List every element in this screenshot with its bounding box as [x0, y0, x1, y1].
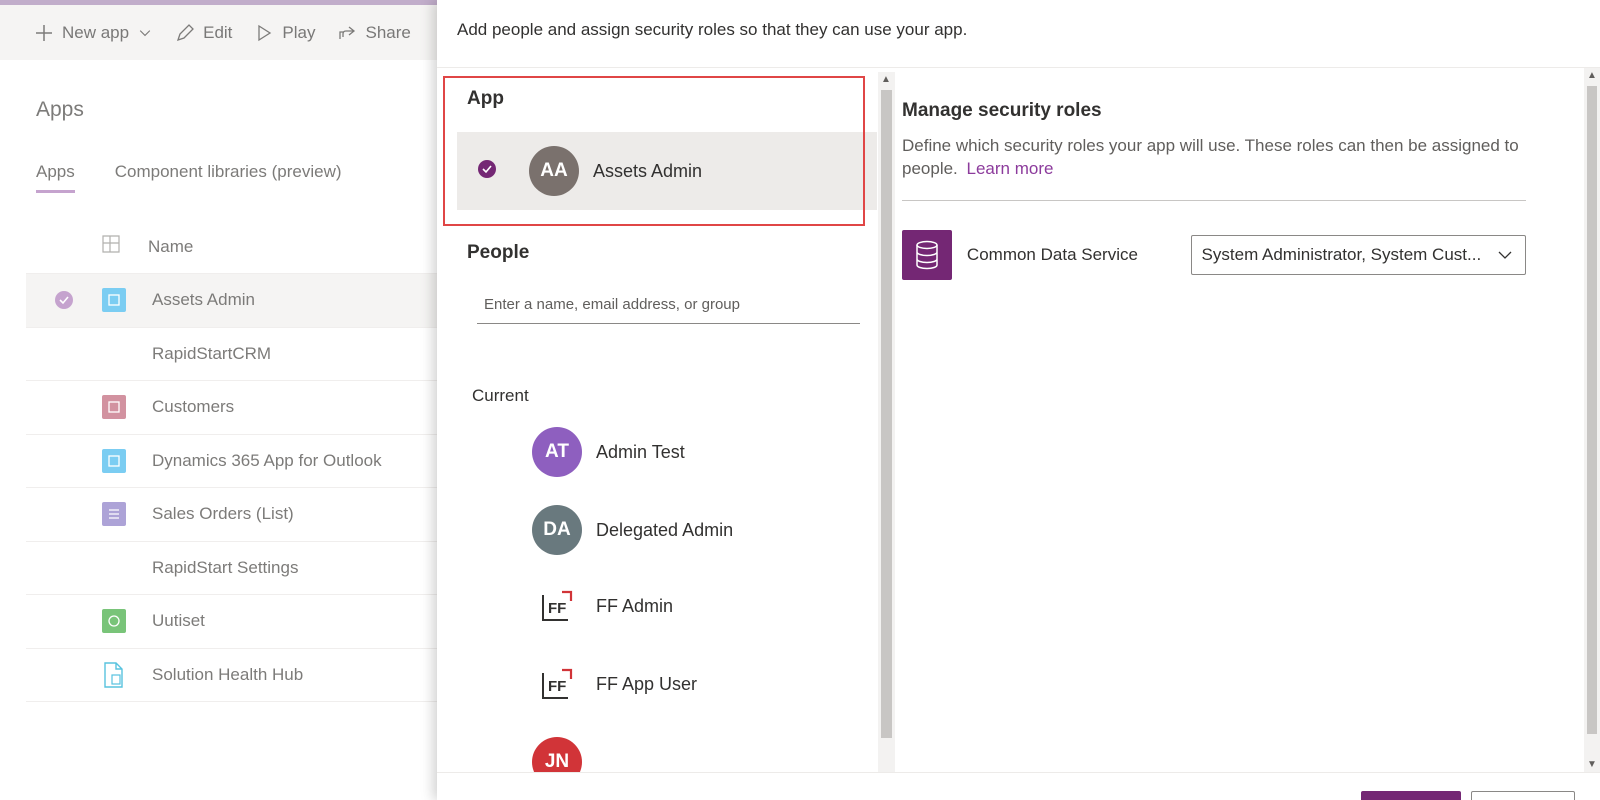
manage-roles-description: Define which security roles your app wil… — [902, 134, 1532, 180]
people-column: App AA Assets Admin People Current AT Adm… — [437, 68, 881, 772]
list-item[interactable]: FF FF Admin — [532, 580, 673, 632]
roles-selected-value: System Administrator, System Cust... — [1201, 245, 1482, 264]
scroll-up-icon[interactable]: ▲ — [1587, 70, 1597, 81]
share-panel: Add people and assign security roles so … — [437, 0, 1600, 800]
person-name: Admin Test — [596, 441, 685, 462]
scroll-thumb[interactable] — [1587, 86, 1597, 734]
list-item[interactable]: DA Delegated Admin — [532, 504, 733, 556]
cancel-button[interactable] — [1471, 791, 1575, 800]
manage-roles-title: Manage security roles — [902, 100, 1102, 121]
ff-logo-icon: FF — [532, 659, 582, 709]
selected-app-name: Assets Admin — [593, 160, 703, 181]
people-section-heading: People — [467, 242, 530, 263]
left-scrollbar[interactable]: ▲ — [878, 72, 895, 772]
data-service-row: Common Data Service System Administrator… — [902, 230, 1527, 280]
panel-footer — [437, 772, 1600, 800]
scroll-thumb[interactable] — [881, 90, 892, 738]
current-label: Current — [472, 386, 529, 405]
avatar: AA — [529, 146, 579, 196]
ff-logo-icon: FF — [532, 581, 582, 631]
people-search-input[interactable] — [477, 286, 860, 324]
learn-more-link[interactable]: Learn more — [967, 159, 1054, 178]
overlay-dim — [0, 0, 440, 800]
chevron-down-icon — [1498, 251, 1512, 259]
list-item[interactable]: AT Admin Test — [532, 426, 685, 478]
list-item[interactable]: JN — [532, 736, 596, 772]
svg-text:FF: FF — [548, 600, 566, 617]
person-name: FF App User — [596, 673, 698, 694]
selected-app-row[interactable]: AA Assets Admin — [457, 132, 877, 210]
avatar: JN — [532, 737, 582, 772]
person-name: Delegated Admin — [596, 519, 734, 540]
app-section-heading: App — [467, 88, 504, 109]
security-roles-column: Manage security roles Define which secur… — [902, 68, 1582, 772]
list-item[interactable]: FF FF App User — [532, 658, 697, 710]
right-scrollbar[interactable]: ▲ ▼ — [1584, 68, 1600, 772]
person-name: FF Admin — [596, 595, 674, 616]
scroll-up-icon[interactable]: ▲ — [881, 74, 891, 85]
scroll-down-icon[interactable]: ▼ — [1587, 759, 1597, 770]
svg-text:FF: FF — [548, 678, 566, 695]
panel-description: Add people and assign security roles so … — [457, 20, 968, 39]
checkmark-circle-icon — [477, 159, 497, 184]
divider — [902, 200, 1526, 201]
avatar: DA — [532, 505, 582, 555]
share-confirm-button[interactable] — [1361, 791, 1461, 800]
security-roles-dropdown[interactable]: System Administrator, System Cust... — [1190, 235, 1527, 275]
avatar: AT — [532, 427, 582, 477]
database-icon — [902, 230, 952, 280]
data-service-label: Common Data Service — [966, 245, 1138, 264]
